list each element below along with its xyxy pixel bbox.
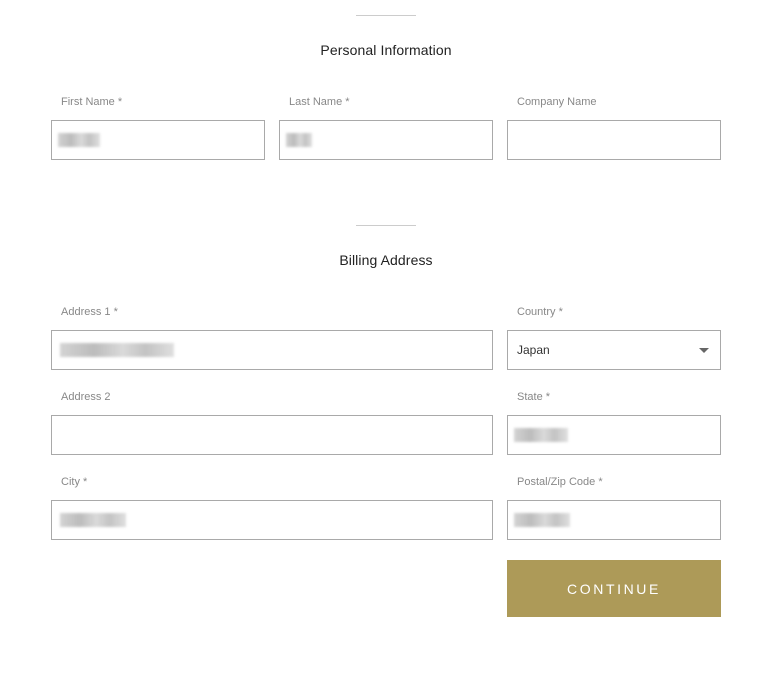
- section-divider-personal: [356, 15, 416, 16]
- state-field[interactable]: [507, 415, 721, 455]
- continue-button[interactable]: CONTINUE: [507, 560, 721, 617]
- state-label: State *: [517, 391, 551, 403]
- country-select[interactable]: Japan: [507, 330, 721, 370]
- address1-redacted-value: [60, 343, 174, 357]
- country-label: Country *: [517, 306, 563, 318]
- state-redacted-value: [514, 428, 568, 442]
- billing-address-heading: Billing Address: [339, 252, 433, 268]
- company-name-input[interactable]: [508, 121, 720, 159]
- address1-label: Address 1 *: [61, 306, 118, 318]
- first-name-redacted-value: [58, 133, 100, 147]
- postal-code-label: Postal/Zip Code *: [517, 476, 603, 488]
- address2-label: Address 2: [61, 391, 111, 403]
- postal-code-redacted-value: [514, 513, 570, 527]
- last-name-redacted-value: [286, 133, 312, 147]
- city-redacted-value: [60, 513, 126, 527]
- first-name-label: First Name *: [61, 96, 123, 108]
- last-name-field[interactable]: [279, 120, 493, 160]
- country-selected-value: Japan: [517, 343, 550, 357]
- caret-down-icon: [699, 348, 709, 353]
- postal-code-field[interactable]: [507, 500, 721, 540]
- personal-information-heading: Personal Information: [320, 42, 452, 58]
- company-name-label: Company Name: [517, 96, 597, 108]
- address2-field[interactable]: [51, 415, 493, 455]
- first-name-field[interactable]: [51, 120, 265, 160]
- city-field[interactable]: [51, 500, 493, 540]
- city-label: City *: [61, 476, 88, 488]
- last-name-label: Last Name *: [289, 96, 350, 108]
- company-name-field[interactable]: [507, 120, 721, 160]
- address2-input[interactable]: [52, 416, 492, 454]
- address1-field[interactable]: [51, 330, 493, 370]
- section-divider-billing: [356, 225, 416, 226]
